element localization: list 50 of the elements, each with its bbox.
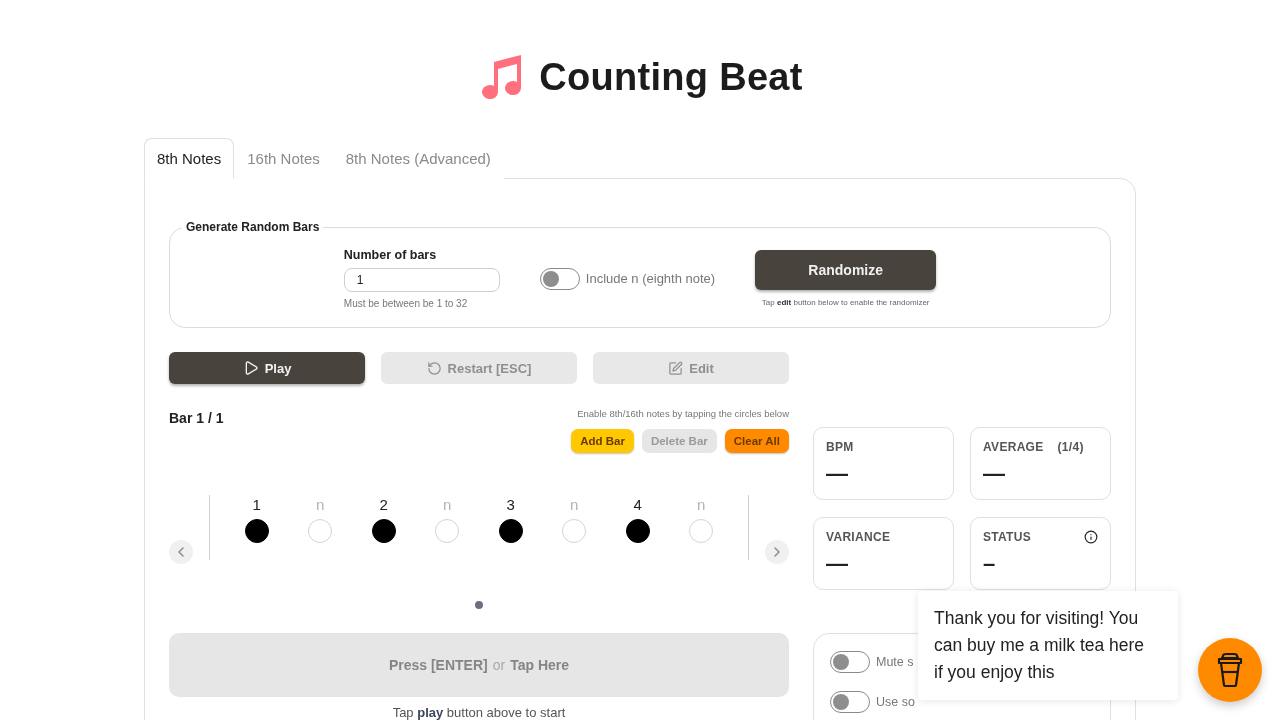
bar-action-button[interactable]: Clear All <box>724 429 789 453</box>
stat-label: BPM <box>826 440 854 454</box>
toggle-switch[interactable] <box>539 267 580 290</box>
stat-note: (1/4) <box>1057 440 1084 454</box>
pen-square-icon <box>668 360 684 376</box>
bar-title: Bar 1 / 1 <box>169 410 224 426</box>
info-icon[interactable] <box>1084 530 1098 544</box>
bar-action-button[interactable]: Add Bar <box>571 429 634 453</box>
previous-button[interactable] <box>169 540 193 564</box>
note-toggle[interactable] <box>625 519 650 543</box>
toggle-label: Include n (eighth note) <box>585 271 716 286</box>
toggle-label: Use so <box>876 695 915 709</box>
note-toggle[interactable] <box>244 519 269 543</box>
beat-label: n <box>697 495 706 515</box>
beat-label: 3 <box>506 495 515 515</box>
field-hint: Must be between be 1 to 32 <box>343 298 469 309</box>
randomizer-hint: Tap edit button below to enable the randomizer <box>761 298 930 307</box>
app-title: Counting Beat <box>539 55 803 99</box>
tap-hint: Tap play button above to start <box>392 705 566 720</box>
stat-label: VARIANCE <box>826 530 891 544</box>
toggle-switch[interactable] <box>830 651 870 673</box>
field-label: Number of bars <box>343 248 438 262</box>
stat-value: — <box>983 462 1005 486</box>
bar-hint: Enable 8th/16th notes by tapping the circles below <box>577 408 789 419</box>
page-indicator-dot[interactable] <box>475 601 483 609</box>
panel-legend: Generate Random Bars <box>182 220 324 234</box>
beat-label: n <box>316 495 325 515</box>
counterclockwise-arrow-icon <box>426 360 442 376</box>
cup-icon <box>1217 652 1243 688</box>
stat-value: — <box>826 552 848 576</box>
toggle-switch[interactable] <box>830 691 870 713</box>
next-button[interactable] <box>765 540 789 564</box>
beat-label: n <box>443 495 452 515</box>
play-button[interactable]: Play <box>169 352 365 384</box>
cup-button[interactable] <box>1198 638 1262 702</box>
beat-label: 4 <box>633 495 642 515</box>
stat-value: — <box>826 462 848 486</box>
beat-label: 2 <box>379 495 388 515</box>
support-message: Thank you for visiting! You can buy me a milk tea here if you enjoy this <box>918 591 1178 700</box>
beat-label: n <box>570 495 579 515</box>
beat-label: 1 <box>252 495 261 515</box>
number-input[interactable]: 1 <box>343 268 500 292</box>
note-toggle[interactable] <box>371 519 396 543</box>
randomize-button[interactable]: Randomize <box>755 250 937 290</box>
note-toggle[interactable] <box>498 519 523 543</box>
toggle-label: Mute s <box>876 655 914 669</box>
stat-label: AVERAGE <box>983 440 1044 454</box>
stat-value: – <box>983 552 996 576</box>
tab[interactable]: 8th Notes <box>144 138 235 179</box>
stat-label: STATUS <box>983 530 1032 544</box>
